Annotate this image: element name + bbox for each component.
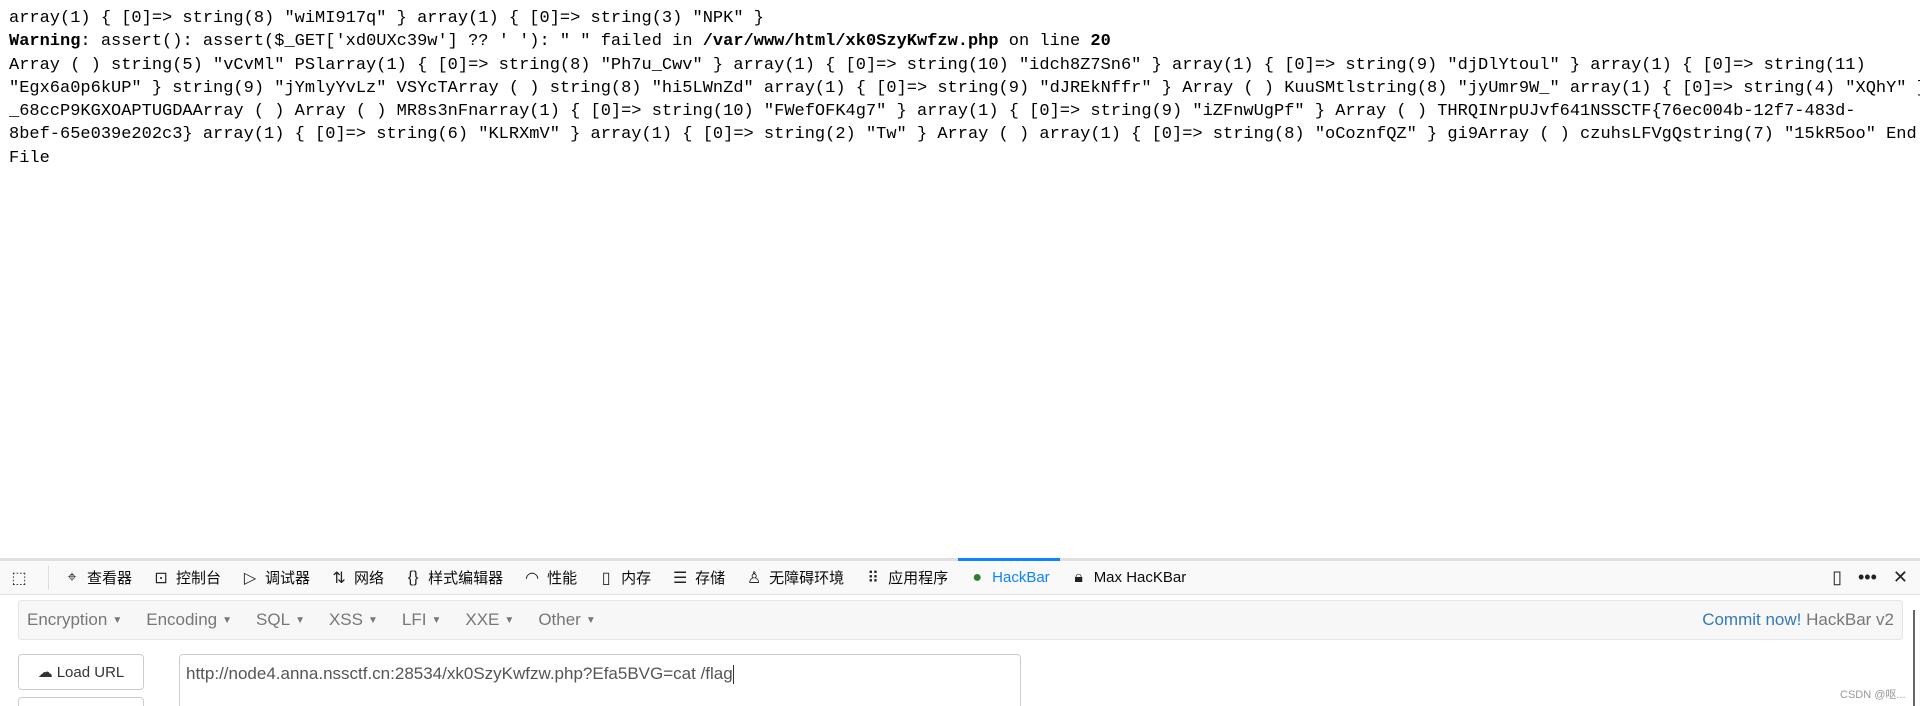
tab-label: 调试器 bbox=[265, 570, 311, 587]
tab-debugger[interactable]: ▷ 调试器 bbox=[231, 561, 320, 594]
tab-hackbar[interactable]: ● HackBar bbox=[958, 558, 1060, 594]
menu-encryption[interactable]: Encryption ▼ bbox=[27, 610, 122, 630]
caret-down-icon: ▼ bbox=[295, 615, 305, 627]
caret-down-icon: ▼ bbox=[431, 615, 442, 627]
menu-encoding[interactable]: Encoding ▼ bbox=[146, 610, 232, 630]
tab-label: 存储 bbox=[695, 570, 726, 587]
page-output: array(1) { [0]=> string(8) "wiMI917q" } … bbox=[0, 0, 1920, 558]
tab-label: 网络 bbox=[354, 570, 385, 587]
storage-icon: ☰ bbox=[672, 569, 688, 587]
menu-other[interactable]: Other ▼ bbox=[538, 610, 595, 630]
tab-max-hackbar[interactable]: 🔒︎ Max HacKBar bbox=[1060, 561, 1197, 594]
tab-label: 应用程序 bbox=[888, 570, 949, 587]
menu-sql[interactable]: SQL ▼ bbox=[256, 610, 305, 630]
output-line: 8bef-65e039e202c3} array(1) { [0]=> stri… bbox=[9, 125, 1920, 145]
divider bbox=[48, 565, 49, 590]
devtools-tab-bar: ⬚ ⌖ 查看器 ⊡ 控制台 ▷ 调试器 ⇅ 网络 {} 样式编辑器 ◠ 性能 ▯ 内存 ☰ 存储… bbox=[0, 558, 1920, 595]
more-options-icon[interactable]: ••• bbox=[1858, 567, 1877, 588]
caret-down-icon: ▼ bbox=[222, 615, 233, 627]
output-line: array(1) { [0]=> string(8) "wiMI917q" } … bbox=[9, 9, 764, 28]
tab-label: 性能 bbox=[547, 570, 578, 587]
warning-message: : assert(): assert($_GET['xd0UXc39w'] ??… bbox=[80, 32, 703, 52]
caret-down-icon: ▼ bbox=[504, 615, 515, 627]
caret-down-icon: ▼ bbox=[585, 615, 596, 627]
menu-label: LFI bbox=[401, 610, 427, 629]
hackbar-version: HackBar v2 bbox=[1806, 610, 1894, 629]
max-hackbar-icon: 🔒︎ bbox=[1074, 568, 1083, 586]
caret-down-icon: ▼ bbox=[368, 615, 378, 627]
tab-application[interactable]: ⠿ 应用程序 bbox=[854, 561, 958, 594]
warning-path: /var/www/html/xk0SzyKwfzw.php bbox=[702, 32, 999, 52]
warning-label: Warning bbox=[9, 32, 81, 52]
inspector-icon: ⌖ bbox=[67, 568, 77, 586]
load-url-button[interactable]: ☁ Load URL bbox=[18, 654, 144, 690]
memory-icon: ▯ bbox=[601, 569, 611, 587]
menu-label: XXE bbox=[465, 610, 500, 629]
caret-down-icon: ▼ bbox=[112, 615, 123, 627]
tab-accessibility[interactable]: ♙ 无障碍环境 bbox=[735, 561, 854, 594]
commit-now-link[interactable]: Commit now! bbox=[1702, 610, 1801, 629]
tab-label: 查看器 bbox=[87, 570, 133, 587]
tab-label: 内存 bbox=[621, 570, 652, 587]
menu-label: Encoding bbox=[146, 610, 218, 629]
tab-console[interactable]: ⊡ 控制台 bbox=[142, 561, 231, 594]
warning-line-number: 20 bbox=[1090, 32, 1111, 52]
tab-network[interactable]: ⇅ 网络 bbox=[320, 561, 394, 594]
tab-label: 样式编辑器 bbox=[428, 570, 504, 587]
tab-style-editor[interactable]: {} 样式编辑器 bbox=[394, 561, 513, 594]
menu-label: SQL bbox=[256, 610, 291, 629]
button-label: Load URL bbox=[56, 663, 125, 681]
close-icon[interactable]: ✕ bbox=[1893, 567, 1908, 588]
url-value: http://node4.anna.nssctf.cn:28534/xk0Szy… bbox=[186, 664, 733, 683]
tab-performance[interactable]: ◠ 性能 bbox=[513, 561, 587, 594]
cloud-download-icon: ☁ bbox=[37, 664, 53, 681]
menu-label: Other bbox=[538, 610, 581, 629]
element-picker-button[interactable]: ⬚ bbox=[0, 561, 44, 594]
output-line: File bbox=[9, 148, 50, 168]
scrollbar[interactable] bbox=[1913, 610, 1915, 706]
tab-inspector[interactable]: ⌖ 查看器 bbox=[53, 561, 142, 594]
console-icon: ⊡ bbox=[154, 569, 168, 587]
responsive-design-icon[interactable]: ▯ bbox=[1832, 567, 1842, 588]
accessibility-icon: ♙ bbox=[746, 569, 762, 587]
style-editor-icon: {} bbox=[407, 568, 419, 586]
application-icon: ⠿ bbox=[867, 569, 879, 587]
output-line: "Egx6a0p6kUP" } string(9) "jYmlyYvLz" VS… bbox=[9, 78, 1920, 98]
commit-info: Commit now! HackBar v2 bbox=[1702, 610, 1902, 630]
tab-label: Max HacKBar bbox=[1093, 569, 1187, 586]
performance-icon: ◠ bbox=[525, 569, 540, 587]
text-cursor bbox=[732, 665, 734, 685]
menu-lfi[interactable]: LFI ▼ bbox=[402, 610, 441, 630]
devtools-actions: ▯ ••• ✕ bbox=[1832, 567, 1920, 588]
tab-storage[interactable]: ☰ 存储 bbox=[661, 561, 735, 594]
warning-on-line: on line bbox=[998, 32, 1091, 52]
menu-label: Encryption bbox=[27, 610, 108, 629]
hackbar-toolbar: Encryption ▼ Encoding ▼ SQL ▼ XSS ▼ LFI ▼ XXE… bbox=[18, 600, 1903, 640]
tab-memory[interactable]: ▯ 内存 bbox=[587, 561, 661, 594]
menu-xss[interactable]: XSS ▼ bbox=[329, 610, 378, 630]
url-input[interactable]: http://node4.anna.nssctf.cn:28534/xk0Szy… bbox=[179, 654, 1021, 706]
menu-label: XSS bbox=[328, 610, 363, 629]
output-line: Array ( ) string(5) "vCvMl" PSlarray(1) … bbox=[9, 55, 1866, 75]
hackbar-icon: ● bbox=[972, 568, 982, 586]
network-icon: ⇅ bbox=[332, 569, 346, 587]
split-url-button[interactable] bbox=[18, 697, 144, 706]
menu-xxe[interactable]: XXE ▼ bbox=[465, 610, 514, 630]
output-line: _68ccP9KGXOAPTUGDAArray ( ) Array ( ) MR… bbox=[9, 102, 1856, 122]
tab-label: HackBar bbox=[992, 569, 1050, 586]
element-picker-icon: ⬚ bbox=[11, 569, 27, 587]
tab-label: 控制台 bbox=[176, 570, 222, 587]
tab-label: 无障碍环境 bbox=[769, 570, 845, 587]
debugger-icon: ▷ bbox=[243, 569, 257, 587]
watermark: CSDN @呕... bbox=[1840, 689, 1906, 701]
